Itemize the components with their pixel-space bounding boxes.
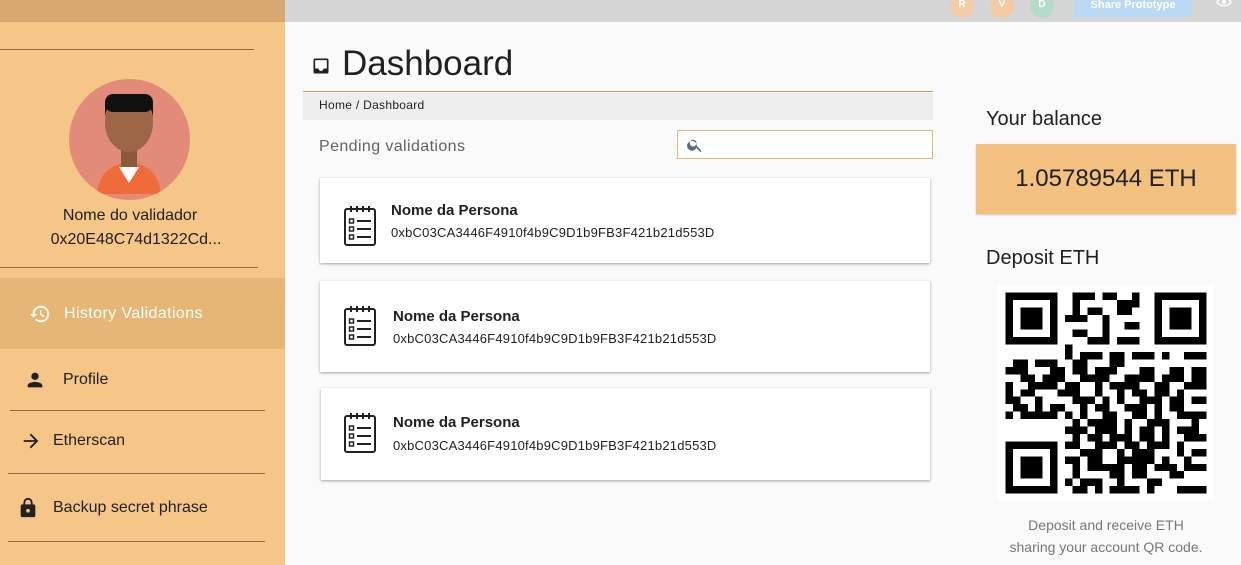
validation-card[interactable]: Nome da Persona 0xbC03CA3446F4910f4b9C9D… (320, 178, 930, 263)
search-input[interactable] (712, 133, 926, 157)
eye-icon[interactable] (1216, 0, 1232, 8)
persona-address: 0xbC03CA3446F4910f4b9C9D1b9FB3F421b21d55… (393, 438, 717, 453)
sidebar-item-label: Etherscan (53, 432, 126, 449)
sidebar-item-etherscan[interactable]: Etherscan (0, 421, 285, 461)
divider (10, 410, 265, 411)
sidebar-item-backup-secret-phrase[interactable]: Backup secret phrase (0, 488, 285, 528)
sidebar-item-profile[interactable]: Profile (0, 360, 285, 400)
person-icon (23, 368, 47, 392)
deposit-label: Deposit ETH (986, 247, 1100, 269)
persona-name: Nome da Persona (393, 414, 520, 431)
validation-card[interactable]: Nome da Persona 0xbC03CA3446F4910f4b9C9D… (321, 388, 930, 480)
checklist-icon (344, 413, 376, 453)
persona-address: 0xbC03CA3446F4910f4b9C9D1b9FB3F421b21d55… (391, 225, 715, 240)
page-header: Dashboard (303, 40, 933, 92)
arrow-right-icon (19, 429, 43, 453)
deposit-qr-code (998, 285, 1214, 501)
persona-name: Nome da Persona (391, 202, 518, 219)
sidebar-item-label: History Validations (64, 304, 203, 322)
divider (0, 49, 254, 50)
checklist-icon (344, 306, 376, 346)
lock-icon (16, 496, 40, 520)
pending-validations-label: Pending validations (319, 138, 466, 155)
prototype-toolbar: R V D Share Prototype (285, 0, 1241, 22)
divider (8, 473, 265, 474)
collaborator-avatar[interactable]: R (950, 0, 974, 18)
sidebar-item-label: Profile (63, 371, 109, 388)
deposit-instructions: Deposit and receive ETH sharing your acc… (1000, 514, 1212, 558)
validation-card[interactable]: Nome da Persona 0xbC03CA3446F4910f4b9C9D… (320, 281, 930, 372)
avatar (69, 79, 190, 200)
checklist-icon (344, 206, 376, 246)
sidebar-header-strip (0, 0, 285, 22)
balance-label: Your balance (986, 108, 1103, 130)
divider (0, 267, 258, 268)
share-prototype-button[interactable]: Share Prototype (1074, 0, 1192, 17)
divider (8, 541, 265, 542)
validator-avatar-illustration (97, 94, 161, 194)
validator-address: 0x20E48C74d1322Cd... (50, 231, 222, 248)
sidebar: Nome do validador 0x20E48C74d1322Cd... H… (0, 0, 285, 565)
sidebar-item-label: Backup secret phrase (53, 499, 208, 516)
persona-name: Nome da Persona (393, 308, 520, 325)
search-icon (687, 139, 702, 153)
collaborator-avatar[interactable]: V (990, 0, 1014, 18)
collaborator-avatar[interactable]: D (1030, 0, 1054, 18)
page-title: Dashboard (342, 44, 514, 83)
balance-value: 1.05789544 ETH (976, 144, 1236, 214)
inbox-icon (313, 58, 329, 74)
history-icon (28, 302, 52, 326)
breadcrumb[interactable]: Home / Dashboard (303, 93, 933, 120)
deposit-instructions-line: sharing your account QR code. (1009, 539, 1203, 555)
persona-address: 0xbC03CA3446F4910f4b9C9D1b9FB3F421b21d55… (393, 331, 717, 346)
search-box[interactable] (677, 130, 933, 159)
validator-name: Nome do validador (62, 207, 198, 224)
sidebar-item-history-validations[interactable]: History Validations (0, 278, 285, 349)
deposit-instructions-line: Deposit and receive ETH (1028, 517, 1184, 533)
